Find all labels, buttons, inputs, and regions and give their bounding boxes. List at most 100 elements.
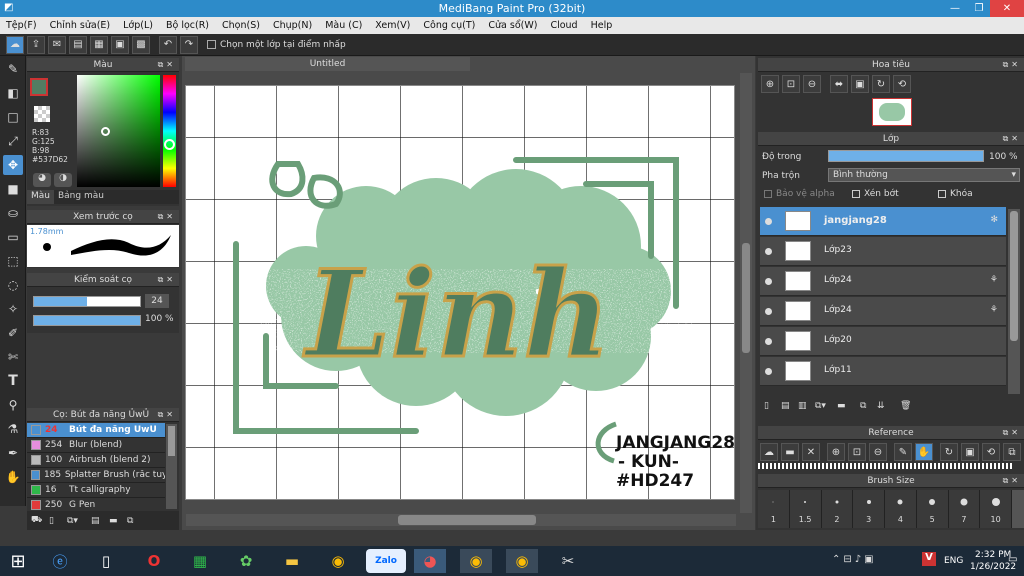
panel-controls-icon[interactable]: ⧉✕ <box>158 210 176 224</box>
fill-rect-tool-icon[interactable]: ■ <box>3 179 23 199</box>
panel-controls-icon[interactable]: ⧉✕ <box>158 58 176 72</box>
brush-list-item[interactable]: 254 Blur (blend) <box>27 438 165 453</box>
reference-reset-icon[interactable]: ⟲ <box>982 443 1000 461</box>
duplicate-brush-icon[interactable]: ⧉ <box>127 516 145 526</box>
chrome-profile-icon[interactable]: ◉ <box>460 549 492 573</box>
color-mode-icon[interactable]: ◑ <box>54 173 72 187</box>
undo-icon[interactable]: ↶ <box>159 35 177 54</box>
flip-icon[interactable]: ⬌ <box>830 75 848 93</box>
brush-size-preset[interactable]: 1.5 <box>789 490 822 528</box>
reference-close-icon[interactable]: ✕ <box>802 443 820 461</box>
new-layer-icon[interactable]: ▯ <box>764 401 781 411</box>
panel-controls-icon[interactable]: ⧉✕ <box>1003 132 1021 146</box>
brush-list-scrollbar[interactable] <box>166 424 177 509</box>
merge-layer-icon[interactable]: ⇊ <box>877 401 894 411</box>
menu-color[interactable]: Màu (C) <box>325 20 362 31</box>
file-explorer-icon[interactable]: ▬ <box>276 549 308 573</box>
panel-controls-icon[interactable]: ⧉✕ <box>158 273 176 287</box>
menu-edit[interactable]: Chỉnh sửa(E) <box>50 20 111 31</box>
blend-mode-select[interactable]: Bình thường ▾ <box>828 168 1020 182</box>
reference-cloud-icon[interactable]: ☁ <box>760 443 778 461</box>
layer-opacity-slider[interactable] <box>828 150 984 162</box>
brush-size-preset[interactable]: 10 <box>980 490 1012 528</box>
canvas-vertical-scrollbar[interactable] <box>740 73 752 513</box>
document-icon[interactable]: ▤ <box>69 35 87 54</box>
hue-slider-handle[interactable] <box>164 139 175 150</box>
layer-visibility-icon[interactable] <box>765 338 772 345</box>
panel-controls-icon[interactable]: ⧉✕ <box>1003 474 1021 488</box>
brush-size-slider[interactable] <box>33 296 141 307</box>
reference-rotate-icon[interactable]: ↻ <box>940 443 958 461</box>
reference-zoom-out-icon[interactable]: ⊖ <box>869 443 887 461</box>
reference-open-icon[interactable]: ▬ <box>781 443 799 461</box>
add-layer-menu-icon[interactable]: ⧉▾ <box>815 401 837 411</box>
opera-icon[interactable]: O <box>138 549 170 573</box>
internet-explorer-icon[interactable]: ⓔ <box>44 549 76 573</box>
layer-row[interactable]: Lớp24 ⚘ <box>760 297 1006 326</box>
reference-eyedropper-icon[interactable]: ✎ <box>894 443 912 461</box>
tab-palette[interactable]: Bảng màu <box>54 190 108 204</box>
clipping-checkbox[interactable] <box>852 190 860 198</box>
bucket-tool-icon[interactable]: ⛀ <box>3 203 23 223</box>
grid-icon[interactable]: ▩ <box>132 35 150 54</box>
transparent-color-swatch[interactable] <box>34 106 50 122</box>
windows-start-icon[interactable]: ⊞ <box>2 549 34 573</box>
menu-view[interactable]: Xem(V) <box>375 20 410 31</box>
layer-visibility-icon[interactable] <box>765 278 772 285</box>
file-icon[interactable]: ▯ <box>90 549 122 573</box>
zoom-in-icon[interactable]: ⊕ <box>761 75 779 93</box>
language-indicator[interactable]: ENG <box>944 556 963 566</box>
actual-size-icon[interactable]: ▣ <box>851 75 869 93</box>
brush-opacity-slider[interactable] <box>33 315 141 326</box>
tab-color[interactable]: Màu <box>27 190 54 204</box>
panel-controls-icon[interactable]: ⧉✕ <box>1003 426 1021 440</box>
add-brush-menu-icon[interactable]: ⧉▾ <box>67 516 91 526</box>
share-icon[interactable]: ⇪ <box>27 35 45 54</box>
layer-row[interactable]: Lớp11 <box>760 357 1006 386</box>
foreground-color-swatch[interactable] <box>30 78 48 96</box>
notification-icon[interactable]: ▭ <box>1008 554 1017 565</box>
delete-layer-icon[interactable]: 🗑 <box>900 401 917 411</box>
close-icon[interactable]: ✕ <box>990 0 1024 17</box>
document-tab[interactable]: Untitled <box>185 57 470 71</box>
brush-list-item[interactable]: 100 Airbrush (blend 2) <box>27 453 165 468</box>
layer-visibility-icon[interactable] <box>765 248 772 255</box>
brush-folder-icon[interactable]: ▬ <box>109 516 127 526</box>
magic-wand-tool-icon[interactable]: ✧ <box>3 299 23 319</box>
menu-layer[interactable]: Lớp(L) <box>123 20 153 31</box>
brush-size-preset[interactable]: 3 <box>853 490 885 528</box>
move-tool-icon[interactable]: ✥ <box>3 155 23 175</box>
gallery-icon[interactable]: ▣ <box>111 35 129 54</box>
palette-icon[interactable]: ◕ <box>33 173 51 187</box>
maximize-icon[interactable]: ❐ <box>966 0 992 17</box>
menu-cloud[interactable]: Cloud <box>550 20 577 31</box>
brush-list-item[interactable]: 250 G Pen <box>27 498 165 510</box>
lasso-tool-icon[interactable]: ◌ <box>3 275 23 295</box>
reset-rotation-icon[interactable]: ⟲ <box>893 75 911 93</box>
new-8bit-layer-icon[interactable]: ▥ <box>798 401 815 411</box>
pen-tool-icon[interactable]: ✒ <box>3 443 23 463</box>
duplicate-layer-icon[interactable]: ⧉ <box>860 401 877 411</box>
reference-zoom-in-icon[interactable]: ⊕ <box>827 443 845 461</box>
layer-row[interactable]: Lớp20 <box>760 327 1006 356</box>
menu-capture[interactable]: Chụp(N) <box>273 20 312 31</box>
menu-tools[interactable]: Công cụ(T) <box>423 20 475 31</box>
shape-tool-icon[interactable]: □ <box>3 107 23 127</box>
panel-controls-icon[interactable]: ⧉✕ <box>1003 58 1021 72</box>
drawing-canvas[interactable]: Linh JANGJANG28 - KUN- #HD247 <box>185 85 735 500</box>
brush-tool-icon[interactable]: ✎ <box>3 59 23 79</box>
rotate-icon[interactable]: ↻ <box>872 75 890 93</box>
hand-tool-icon[interactable]: ✋ <box>3 467 23 487</box>
layer-row[interactable]: Lớp24 ⚘ <box>760 267 1006 296</box>
layer-visibility-icon[interactable] <box>765 308 772 315</box>
operation-tool-icon[interactable]: ⚲ <box>3 395 23 415</box>
panel-controls-icon[interactable]: ⧉✕ <box>158 408 176 422</box>
select-pen-tool-icon[interactable]: ✐ <box>3 323 23 343</box>
zoom-fit-icon[interactable]: ⊡ <box>782 75 800 93</box>
reference-pin-icon[interactable]: ⧉ <box>1003 443 1021 461</box>
color-picker-cursor[interactable] <box>101 127 110 136</box>
medibang-icon[interactable]: ◕ <box>414 549 446 573</box>
store-icon[interactable]: ▦ <box>184 549 216 573</box>
zoom-out-icon[interactable]: ⊖ <box>803 75 821 93</box>
new-brush-icon[interactable]: ▯ <box>49 516 67 526</box>
